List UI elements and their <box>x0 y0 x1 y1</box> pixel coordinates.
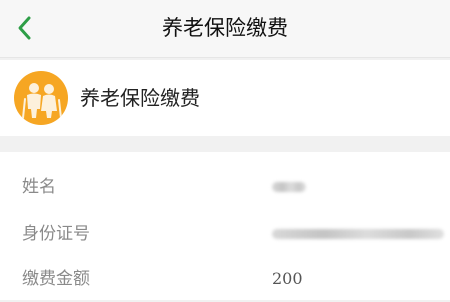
page-title: 养老保险缴费 <box>162 16 288 40</box>
amount-label: 缴费金额 <box>22 269 90 289</box>
info-row-name: 姓名 <box>0 164 450 210</box>
service-header: 养老保险缴费 <box>0 60 450 136</box>
masked-name-value <box>272 182 306 192</box>
info-row-amount: 缴费金额 200 <box>0 256 450 302</box>
nav-bar: 养老保险缴费 <box>0 0 450 58</box>
name-label: 姓名 <box>22 177 56 197</box>
elderly-couple-icon <box>14 71 68 125</box>
id-number-label: 身份证号 <box>22 224 90 244</box>
info-row-id-number: 身份证号 <box>0 211 450 257</box>
service-name: 养老保险缴费 <box>80 86 200 110</box>
masked-id-number-value <box>272 229 444 239</box>
payment-info-card: 姓名 身份证号 缴费金额 200 <box>0 152 450 300</box>
amount-value: 200 <box>272 269 303 288</box>
